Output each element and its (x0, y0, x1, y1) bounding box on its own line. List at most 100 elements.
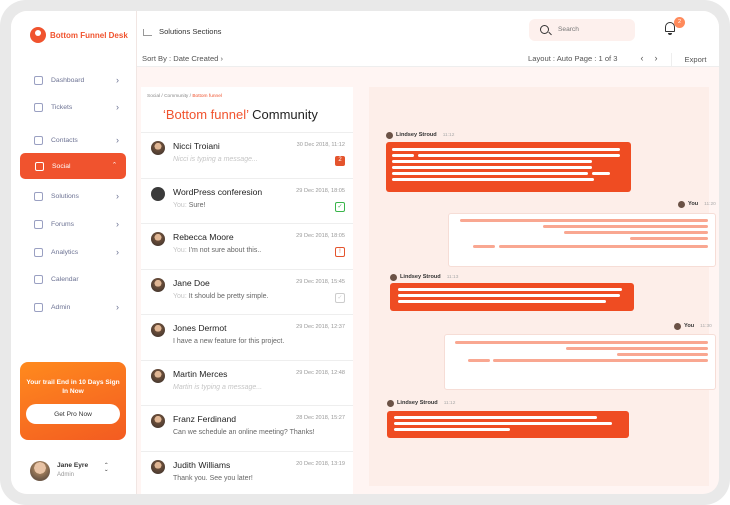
section-icon (143, 29, 152, 36)
brand-name: Bottom Funnel Desk (50, 30, 128, 40)
device-frame: Bottom Funnel Desk Dashboard › Tickets ›… (0, 0, 730, 505)
topbar: Solutions Sections Search 2 (137, 11, 719, 53)
sidebar-item-label: Contacts (51, 136, 78, 144)
community-title: ‘Bottom funnel’ Community (163, 107, 318, 122)
sidebar-item-admin[interactable]: Admin › (19, 296, 129, 318)
contact-name: Jones Dermot (173, 323, 227, 333)
page-title: Solutions Sections (159, 27, 222, 36)
analytics-icon (34, 247, 43, 257)
chevron-right-icon: › (116, 75, 119, 85)
sidebar-item-solutions[interactable]: Solutions › (19, 185, 129, 207)
sender-name: Lindsey Stroud (396, 132, 437, 138)
sort-dropdown[interactable]: Sort By : Date Created › (142, 54, 223, 63)
chevron-right-icon: › (116, 102, 119, 112)
contact-name: Nicci Troiani (173, 141, 220, 151)
user-profile[interactable]: Jane Eyre Admin ˆˇ (30, 459, 130, 483)
message-preview: Martin is typing a message... (173, 383, 263, 391)
sidebar-item-social[interactable]: Social ˆ (20, 153, 126, 179)
search-input[interactable]: Search (558, 26, 579, 33)
bell-clapper (668, 33, 672, 35)
chevron-left-icon[interactable]: ‹ (637, 53, 647, 65)
message-time: 11:13 (446, 274, 459, 280)
sender-name: Lindsey Stroud (397, 400, 438, 406)
chevron-right-icon[interactable]: › (651, 53, 661, 65)
sidebar-item-label: Analytics (51, 248, 79, 256)
get-pro-button[interactable]: Get Pro Now (26, 404, 120, 424)
brand[interactable]: Bottom Funnel Desk (30, 25, 128, 45)
message-sender: You 11:30 (674, 322, 712, 330)
conversation-row[interactable]: Franz Ferdinand 28 Dec 2018, 15:27 Can we … (141, 405, 353, 451)
chevron-right-icon: › (116, 191, 119, 201)
you-prefix: You: (173, 201, 187, 209)
avatar (151, 459, 165, 474)
conversation-row[interactable]: WordPress conferesion 29 Dec 2018, 18:05 Y… (141, 177, 353, 224)
avatar (387, 399, 394, 407)
sidebar-item-calendar[interactable]: Calendar (19, 268, 129, 290)
message-time: 11:12 (442, 132, 455, 138)
status-badge: 2 (335, 156, 345, 166)
conversation-row[interactable]: Judith Williams 20 Dec 2018, 13:19 Thank y… (141, 450, 353, 495)
search-box[interactable]: Search (529, 19, 635, 41)
sidebar-item-forums[interactable]: Forums › (19, 213, 129, 235)
sidebar-item-label: Tickets (51, 103, 73, 111)
conversation-row[interactable]: Martin Merces 29 Dec 2018, 12:48 Martin is… (141, 359, 353, 406)
user-name: Jane Eyre (57, 462, 89, 469)
preview-text: It should be pretty simple. (186, 292, 269, 300)
sidebar-item-dashboard[interactable]: Dashboard › (19, 69, 129, 91)
you-prefix: You: (173, 292, 187, 300)
message-sender: Lindsey Stroud 11:12 (386, 131, 454, 139)
avatar (678, 200, 685, 208)
sidebar-item-label: Solutions (51, 192, 79, 200)
message-preview: You: I'm not sure about this.. (173, 247, 261, 254)
export-button[interactable]: Export (671, 53, 719, 67)
sidebar-item-label: Forums (51, 220, 75, 228)
message-date: 29 Dec 2018, 12:48 (296, 369, 345, 376)
promo-text: Your trail End in 10 Days Sign In Now (26, 379, 120, 395)
sort-label: Sort By : Date Created (142, 54, 219, 63)
avatar (151, 277, 165, 292)
avatar (30, 461, 50, 481)
avatar (151, 368, 165, 383)
preview-text: I'm not sure about this.. (186, 247, 262, 254)
contact-name: WordPress conferesion (173, 186, 263, 197)
avatar (151, 186, 165, 201)
message-date: 28 Dec 2018, 15:27 (296, 415, 345, 421)
notification-badge: 2 (674, 17, 685, 28)
message-preview: Thank you. See you later! (173, 474, 253, 482)
conversation-list: Social / Community / Bottom funnel ‘Bott… (141, 87, 353, 494)
incoming-message-bubble (386, 142, 631, 192)
contact-name: Franz Ferdinand (173, 414, 237, 424)
message-sender: Lindsey Stroud 11:13 (390, 273, 458, 281)
conversation-row[interactable]: Nicci Troiani 30 Dec 2018, 11:12 Nicci is … (141, 132, 353, 178)
breadcrumb-path[interactable]: Social / Community / (147, 94, 192, 99)
conversation-row[interactable]: Jones Dermot 29 Dec 2018, 12:37 I have a n… (141, 314, 353, 360)
message-date: 29 Dec 2018, 15:45 (296, 278, 345, 285)
sidebar-item-analytics[interactable]: Analytics › (19, 241, 129, 263)
sidebar-item-label: Dashboard (51, 76, 85, 84)
chevron-right-icon: › (116, 219, 119, 229)
chat-panel: Lindsey Stroud 11:12 You 11:20 Lindsey S… (369, 87, 716, 486)
contact-name: Rebecca Moore (173, 232, 234, 242)
sidebar-item-tickets[interactable]: Tickets › (19, 96, 129, 118)
message-time: 11:30 (700, 323, 712, 329)
outgoing-message-bubble (444, 334, 716, 390)
chevron-right-icon: › (116, 302, 119, 312)
conversation-row[interactable]: Rebecca Moore 29 Dec 2018, 18:05 You: I'm … (141, 223, 353, 269)
contact-name: Judith Williams (173, 459, 231, 470)
message-date: 29 Dec 2018, 12:37 (296, 324, 345, 330)
avatar (390, 273, 397, 281)
avatar (674, 322, 681, 330)
app-screen: Bottom Funnel Desk Dashboard › Tickets ›… (11, 11, 719, 494)
conversation-row[interactable]: Jane Doe 29 Dec 2018, 15:45 You: It should… (141, 268, 353, 315)
status-badge: ✓ (335, 201, 345, 212)
toolbar: Sort By : Date Created › Layout : Auto P… (137, 53, 719, 67)
chevron-up-icon: ˆ (113, 161, 116, 171)
search-icon (540, 25, 549, 34)
calendar-icon (34, 274, 43, 284)
contact-name: Jane Doe (173, 277, 210, 288)
message-date: 20 Dec 2018, 13:19 (296, 460, 345, 467)
message-sender: You 11:20 (678, 200, 716, 208)
avatar (151, 323, 165, 337)
expand-toggle-icon[interactable]: ˆˇ (105, 463, 108, 478)
sidebar-item-contacts[interactable]: Contacts › (19, 129, 129, 151)
